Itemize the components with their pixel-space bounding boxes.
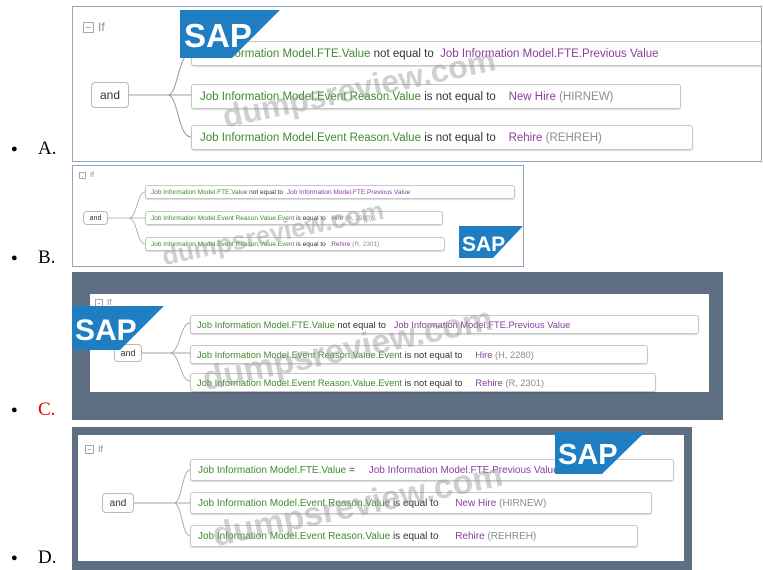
sap-logo: SAP	[459, 226, 523, 258]
svg-text:SAP: SAP	[75, 314, 137, 347]
option-letter[interactable]: B.	[38, 247, 55, 269]
condition-row[interactable]: Job Information Model.Event Reason.Value…	[190, 345, 648, 364]
condition-row[interactable]: Job Information Model.Event Reason.Value…	[191, 84, 681, 109]
sap-logo: SAP	[555, 432, 645, 474]
bullet-icon: ●	[11, 252, 18, 264]
condition-row[interactable]: Job Information Model.Event Reason.Value…	[145, 211, 443, 225]
svg-text:SAP: SAP	[462, 233, 505, 256]
rule-panel: If and Job Information Model.FTE.Value n…	[90, 294, 709, 392]
condition-row[interactable]: Job Information Model.FTE.Value not equa…	[190, 315, 699, 334]
condition-row[interactable]: Job Information Model.Event Reason.Value…	[190, 492, 652, 514]
option-letter[interactable]: D.	[38, 547, 56, 569]
rule-screenshot: If and Job Information Model.FTE.Value n…	[72, 6, 762, 162]
condition-row[interactable]: Job Information Model.Event Reason.Value…	[190, 373, 656, 392]
svg-text:SAP: SAP	[184, 17, 252, 54]
sap-logo: SAP	[180, 10, 280, 58]
bullet-icon: ●	[11, 404, 18, 416]
and-operator[interactable]: and	[91, 82, 129, 108]
and-operator[interactable]: and	[102, 493, 134, 513]
bullet-icon: ●	[11, 552, 18, 564]
rule-screenshot: If and Job Information Model.FTE.Value n…	[72, 165, 524, 267]
rule-screenshot: If and Job Information Model.FTE.Value n…	[72, 272, 723, 420]
condition-row[interactable]: Job Information Model.Event Reason.Value…	[191, 125, 693, 150]
sap-logo: SAP	[72, 306, 164, 350]
condition-row[interactable]: Job Information Model.Event Reason.Value…	[190, 525, 638, 547]
option-letter[interactable]: A.	[38, 138, 56, 160]
and-operator[interactable]: and	[83, 211, 108, 225]
condition-row[interactable]: Job Information Model.Event Reason.Value…	[145, 237, 445, 251]
svg-text:SAP: SAP	[558, 439, 618, 471]
option-letter[interactable]: C.	[38, 399, 55, 421]
bullet-icon: ●	[11, 143, 18, 155]
condition-row[interactable]: Job Information Model.FTE.Value not equa…	[145, 185, 515, 199]
